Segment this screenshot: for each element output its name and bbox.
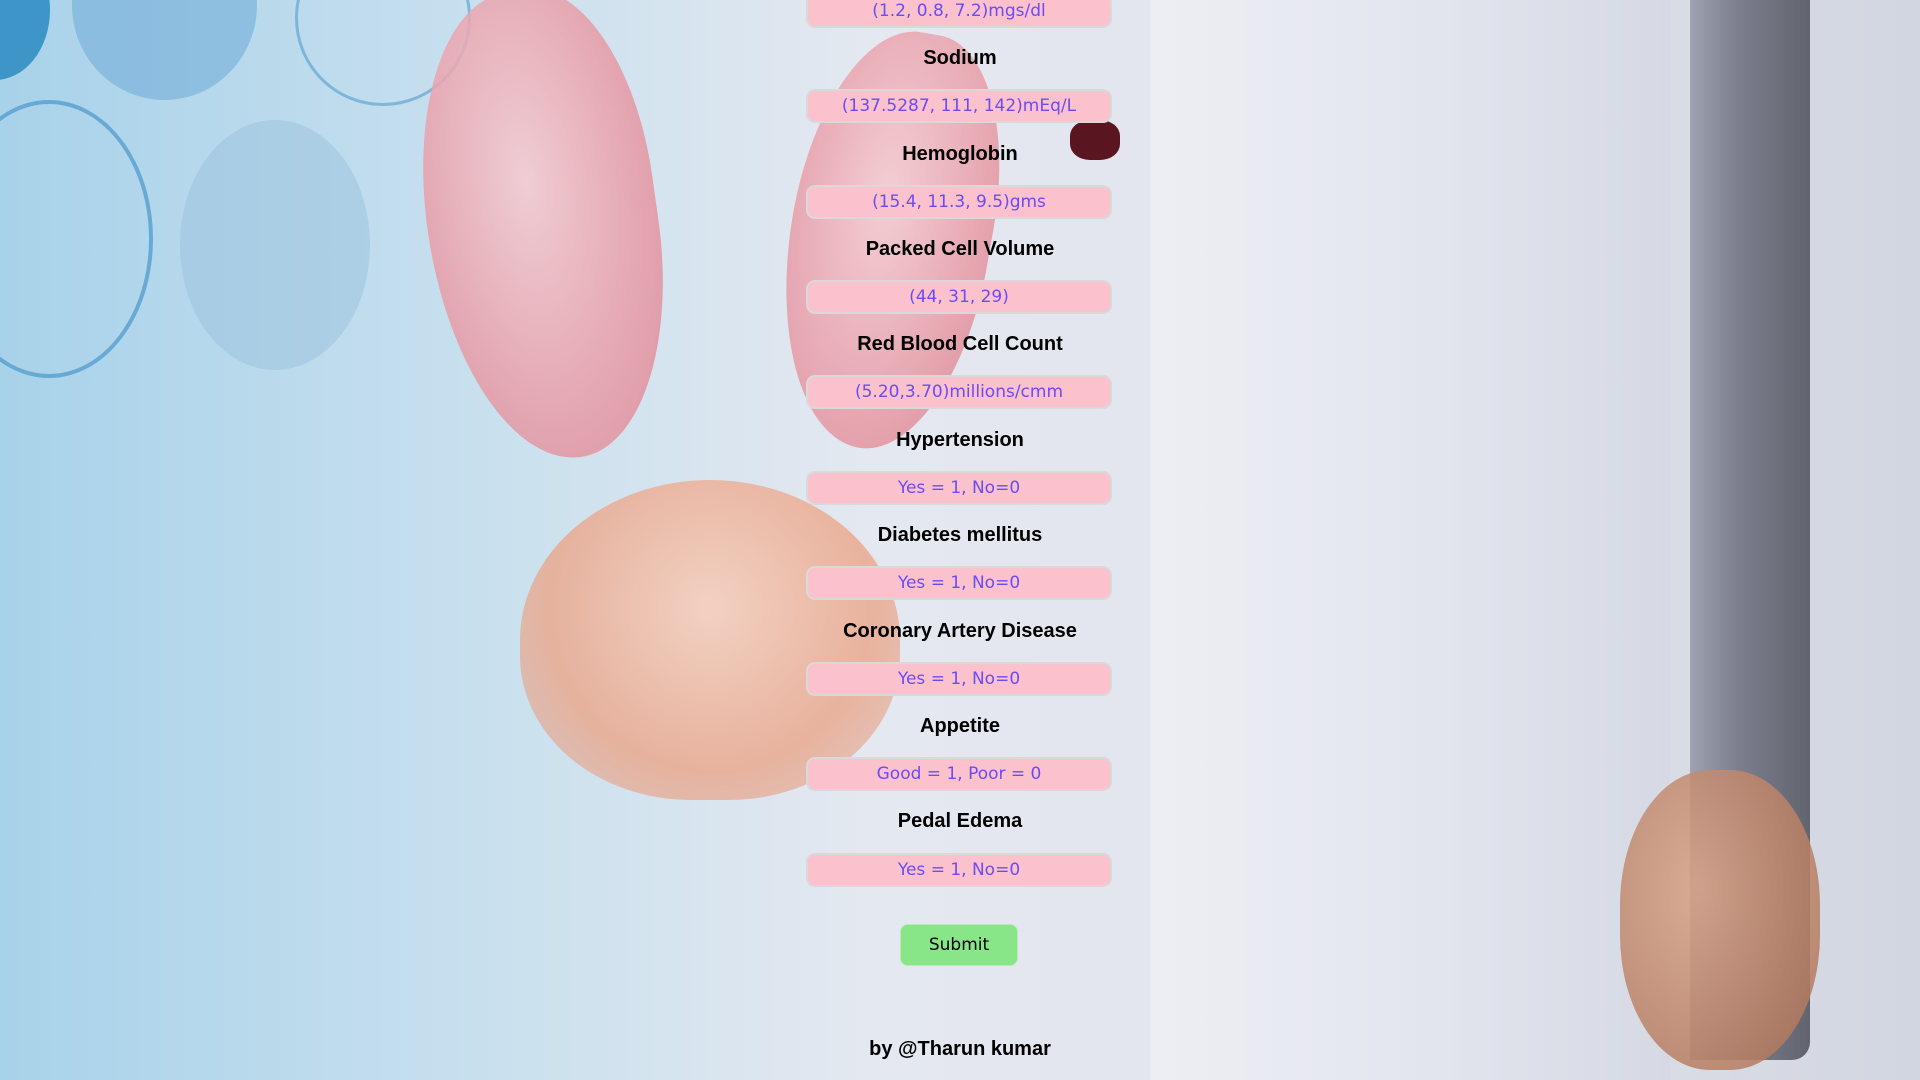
page: Sodium Hemoglobin Packed Cell Volume Red… [0,0,1920,1080]
hemoglobin-label: Hemoglobin [902,143,1018,165]
author-credit: by @Tharun kumar [869,1038,1051,1060]
coronary-artery-disease-label: Coronary Artery Disease [843,620,1077,642]
pedal-edema-input[interactable] [806,853,1112,887]
doctor-coat-image [1150,0,1670,1080]
doctor-hand-image [1620,770,1820,1070]
packed-cell-volume-label: Packed Cell Volume [865,238,1055,260]
hemoglobin-input[interactable] [806,185,1112,219]
hypertension-label: Hypertension [896,429,1024,451]
stretcher-icon [0,100,153,378]
sodium-input[interactable] [806,89,1112,123]
location-pin-icon [180,120,370,370]
background-medical-icon [72,0,257,100]
sodium-label: Sodium [923,47,997,69]
coronary-artery-disease-input[interactable] [806,662,1112,696]
left-kidney-image [396,0,690,474]
diabetes-mellitus-label: Diabetes mellitus [877,524,1043,546]
serum-creatinine-input[interactable] [806,0,1112,28]
red-blood-cell-count-label: Red Blood Cell Count [857,333,1063,355]
background-circle-icon [0,0,50,80]
packed-cell-volume-input[interactable] [806,280,1112,314]
diabetes-mellitus-input[interactable] [806,566,1112,600]
pedal-edema-label: Pedal Edema [897,810,1023,832]
red-blood-cell-count-input[interactable] [806,375,1112,409]
hypertension-input[interactable] [806,471,1112,505]
submit-button[interactable]: Submit [900,924,1018,966]
appetite-input[interactable] [806,757,1112,791]
appetite-label: Appetite [920,715,1000,737]
